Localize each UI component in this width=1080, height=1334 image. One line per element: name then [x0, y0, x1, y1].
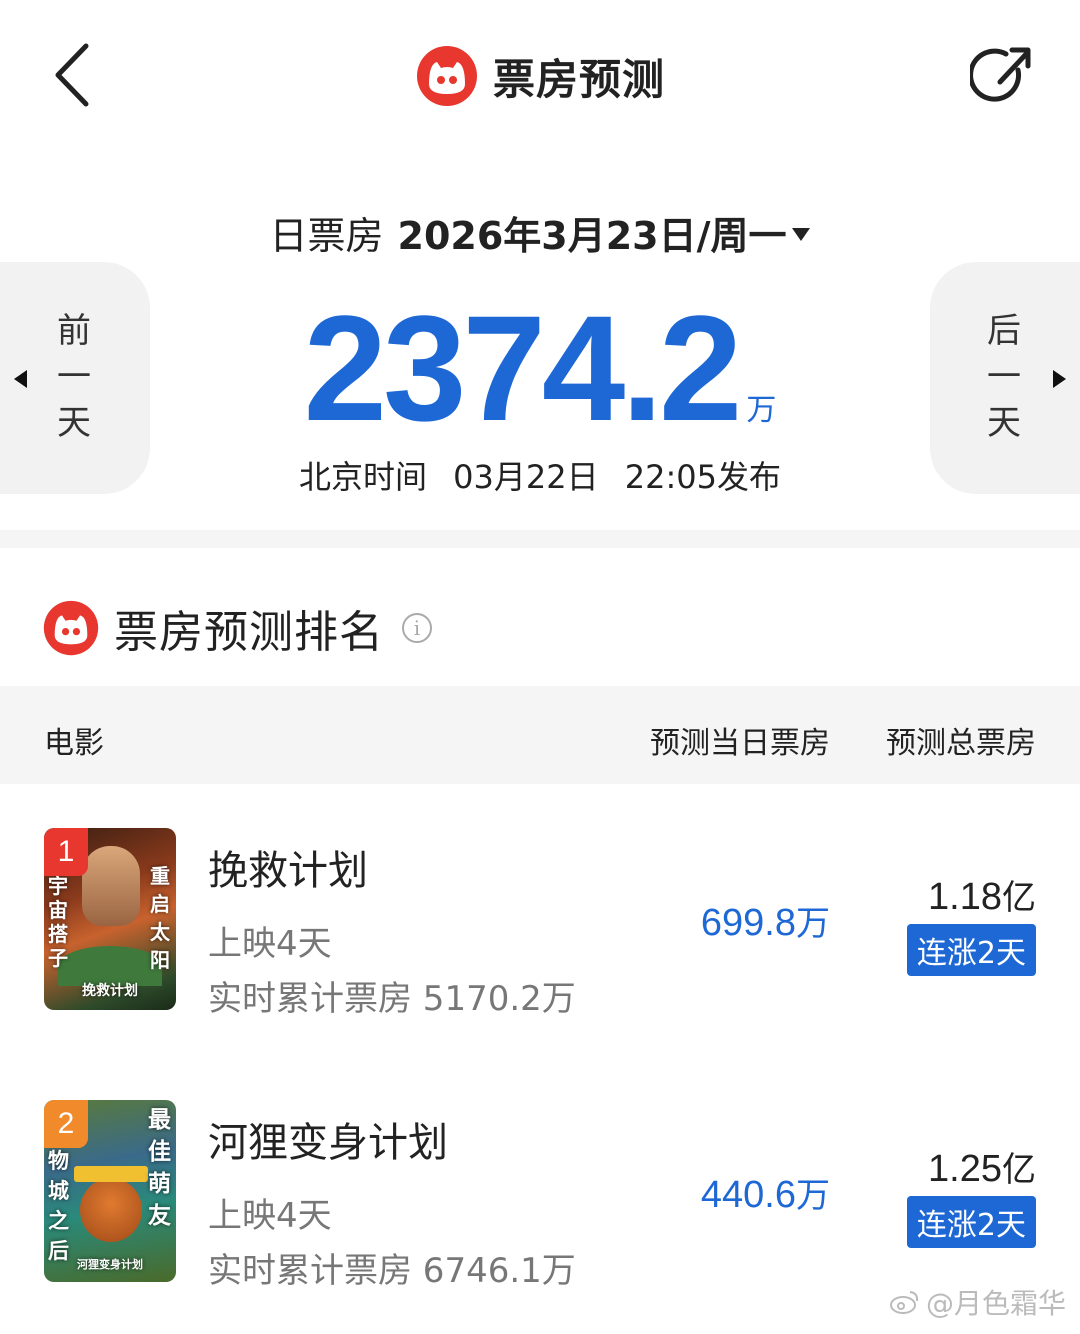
movie-total-value: 1.18 [928, 876, 1002, 918]
publish-date: 03月22日 [453, 458, 599, 496]
maoyan-cat-logo-icon [43, 600, 99, 656]
table-row[interactable]: 宇宙搭子 重启太阳 挽救计划 1 挽救计划 上映4天 实时累计票房 5170.2… [0, 828, 1080, 1028]
movie-poster[interactable]: 宇宙搭子 重启太阳 挽救计划 1 [44, 828, 176, 1010]
movie-cumulative-box: 实时累计票房 6746.1万 [208, 1251, 576, 1291]
column-header-movie: 电影 [44, 726, 104, 761]
forecast-unit: 万 [746, 393, 777, 428]
date-selector[interactable]: 日票房 2026年3月23日/周一 [0, 205, 1080, 260]
header-title-group: 票房预测 [0, 40, 1080, 112]
column-header-total-box: 预测总票房 [886, 726, 1036, 761]
movie-day-box-unit: 万 [796, 904, 830, 944]
movie-total-unit: 亿 [1002, 878, 1036, 918]
publish-info: 北京时间 03月22日 22:05发布 [0, 452, 1080, 498]
weibo-logo-icon [889, 1291, 919, 1314]
poster-banner [74, 1166, 148, 1182]
column-header-day-box: 预测当日票房 [650, 726, 830, 761]
movie-poster[interactable]: 物城之后 最佳萌友 河狸变身计划 2 [44, 1100, 176, 1282]
movie-total-box: 1.25亿 [928, 1142, 1036, 1191]
poster-tagline-right: 最佳萌友 [148, 1107, 171, 1229]
movie-days-released: 上映4天 [208, 924, 332, 964]
top-bar: 票房预测 [0, 0, 1080, 150]
poster-tagline-right: 重启太阳 [150, 864, 170, 972]
section-divider [0, 530, 1080, 548]
poster-title: 挽救计划 [82, 983, 138, 999]
poster-tagline-left: 物城之后 [48, 1149, 69, 1263]
table-row[interactable]: 物城之后 最佳萌友 河狸变身计划 2 河狸变身计划 上映4天 实时累计票房 67… [0, 1100, 1080, 1300]
movie-day-box-value: 699.8 [700, 902, 796, 944]
publish-time: 22:05发布 [624, 458, 782, 496]
poster-figure [82, 846, 140, 926]
forecast-value: 2374.2 [303, 284, 743, 452]
movie-day-box: 699.8万 [701, 896, 830, 945]
date-type-label: 日票房 [269, 214, 384, 258]
watermark-text: @月色霜华 [925, 1287, 1066, 1320]
info-icon[interactable]: i [402, 613, 432, 643]
ranking-title: 票房预测排名 [114, 607, 384, 658]
trend-badge: 连涨2天 [906, 1196, 1036, 1248]
share-button[interactable] [968, 40, 1036, 114]
date-value: 2026年3月23日/周一 [397, 214, 787, 258]
movie-total-unit: 亿 [1002, 1150, 1036, 1190]
publish-prefix: 北京时间 [298, 458, 427, 496]
dropdown-caret-icon [792, 228, 811, 241]
movie-day-box-value: 440.6 [700, 1174, 796, 1216]
trend-badge: 连涨2天 [906, 924, 1036, 976]
movie-total-box: 1.18亿 [928, 870, 1036, 919]
ranking-heading: 票房预测排名 i [42, 596, 432, 660]
poster-figure [80, 1178, 142, 1242]
poster-title: 河狸变身计划 [77, 1258, 143, 1271]
movie-day-box: 440.6万 [701, 1168, 830, 1217]
movie-day-box-unit: 万 [796, 1176, 830, 1216]
movie-days-released: 上映4天 [208, 1196, 332, 1236]
page-title: 票房预测 [492, 54, 665, 104]
maoyan-cat-logo-icon [416, 46, 477, 106]
watermark: @月色霜华 [889, 1282, 1066, 1322]
movie-title[interactable]: 河狸变身计划 [208, 1110, 448, 1168]
movie-cumulative-box: 实时累计票房 5170.2万 [208, 979, 576, 1019]
table-header: 电影 预测当日票房 预测总票房 [0, 686, 1080, 784]
rank-badge: 1 [44, 828, 88, 876]
forecast-total: 2374.2 万 [0, 282, 1080, 455]
movie-total-value: 1.25 [928, 1148, 1002, 1190]
share-icon [968, 47, 1031, 102]
movie-title[interactable]: 挽救计划 [208, 838, 368, 896]
poster-tagline-left: 宇宙搭子 [48, 874, 68, 970]
rank-badge: 2 [44, 1100, 88, 1148]
